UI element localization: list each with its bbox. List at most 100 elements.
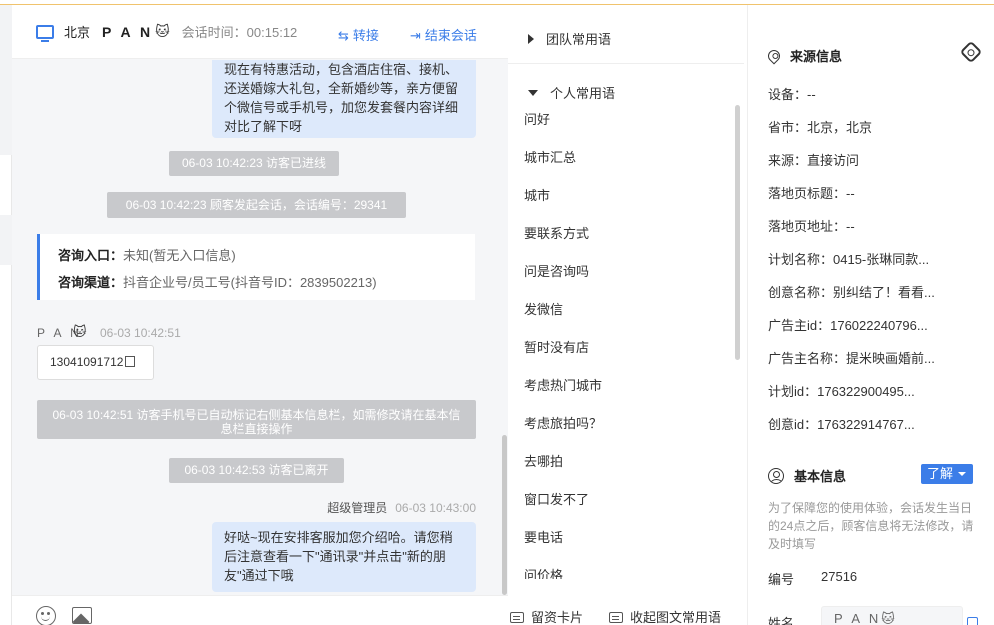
session-time: 会话时间：00:15:12 bbox=[181, 25, 298, 40]
divider bbox=[508, 63, 744, 64]
copy-icon[interactable] bbox=[125, 356, 136, 367]
copy-icon[interactable] bbox=[967, 617, 978, 625]
team-phrases-group[interactable]: 团队常用语 bbox=[528, 29, 611, 48]
phrase-item[interactable]: 窗口发不了 bbox=[508, 489, 738, 527]
agent-name: 超级管理员 bbox=[327, 501, 388, 515]
phone-number: 13041091712 bbox=[50, 355, 124, 369]
consult-channel-label: 咨询渠道： bbox=[58, 275, 124, 290]
transfer-icon: ⇆ bbox=[338, 28, 349, 43]
phrase-scrollbar[interactable] bbox=[735, 105, 740, 360]
settings-icon[interactable] bbox=[959, 40, 983, 64]
source-creative-id: 创意id：176322914767... bbox=[768, 417, 915, 432]
phrase-item[interactable]: 要电话 bbox=[508, 527, 738, 565]
left-strip-segment bbox=[0, 215, 12, 265]
agent-message-bubble: 现在有特惠活动，包含酒店住宿、接机、还送婚嫁大礼包，全新婚纱等，亲方便留个微信号… bbox=[212, 60, 476, 138]
consult-entry-row: 咨询入口：未知(暂无入口信息) bbox=[58, 242, 475, 269]
collapse-phrases-label: 收起图文常用语 bbox=[630, 610, 722, 625]
learn-more-button[interactable]: 了解 bbox=[921, 464, 973, 484]
cat-emoji-icon: 🐱 bbox=[73, 324, 87, 339]
system-message: 06-03 10:42:51 访客手机号已自动标记右侧基本信息栏，如需修改请在基… bbox=[37, 400, 476, 439]
source-advertiser-name: 广告主名称：提米映画婚前... bbox=[768, 351, 935, 366]
caret-down-icon bbox=[528, 90, 538, 96]
location-pin-icon bbox=[765, 47, 783, 65]
consult-entry-value: 未知(暂无入口信息) bbox=[123, 248, 236, 263]
consult-entry-label: 咨询入口： bbox=[58, 248, 124, 263]
source-device: 设备：-- bbox=[768, 87, 816, 102]
phrase-item[interactable]: 问是咨询吗 bbox=[508, 261, 738, 299]
source-plan-name: 计划名称：0415-张琳同款... bbox=[768, 252, 930, 267]
chat-scrollbar[interactable] bbox=[500, 60, 508, 595]
system-message: 06-03 10:42:23 顾客发起会话，会话编号：29341 bbox=[107, 192, 406, 218]
system-message: 06-03 10:42:23 访客已进线 bbox=[169, 151, 339, 176]
source-province: 省市：北京，北京 bbox=[768, 120, 873, 135]
phrase-item[interactable]: 城市汇总 bbox=[508, 147, 738, 185]
scroll-thumb[interactable] bbox=[502, 435, 507, 595]
source-creative-name: 创意名称：别纠结了！看看... bbox=[768, 285, 935, 300]
name-field[interactable]: P A N🐱 bbox=[821, 606, 963, 625]
phrase-item[interactable]: 问好 bbox=[508, 109, 738, 147]
source-info-title: 来源信息 bbox=[765, 46, 843, 65]
transfer-button[interactable]: ⇆ 转接 bbox=[338, 25, 379, 44]
name-value: P A N bbox=[834, 611, 882, 625]
name-label: 姓名 bbox=[768, 616, 795, 625]
phrase-item[interactable]: 考虑热门城市 bbox=[508, 375, 738, 413]
agent-message-meta: 超级管理员 06-03 10:43:00 bbox=[327, 499, 476, 516]
phrase-item[interactable]: 去哪拍 bbox=[508, 451, 738, 489]
phrase-item[interactable]: 暂时没有店 bbox=[508, 337, 738, 375]
card-icon bbox=[609, 612, 623, 623]
caret-right-icon bbox=[528, 34, 534, 44]
chat-toolbar bbox=[12, 595, 508, 625]
message-time: 06-03 10:42:51 bbox=[100, 326, 181, 340]
consult-channel-row: 咨询渠道：抖音企业号/员工号(抖音号ID：2839502213) bbox=[58, 269, 475, 296]
transfer-label: 转接 bbox=[352, 28, 379, 43]
chat-header: 北京 P A N 🐱 会话时间：00:15:12 ⇆ 转接 ⇥ 结束会话 bbox=[12, 5, 508, 59]
consult-info-card: 咨询入口：未知(暂无入口信息) 咨询渠道：抖音企业号/员工号(抖音号ID：283… bbox=[37, 234, 475, 300]
phrase-item[interactable]: 考虑旅拍吗？ bbox=[508, 413, 738, 451]
source-info-label: 来源信息 bbox=[790, 49, 843, 64]
cat-emoji-icon: 🐱 bbox=[881, 611, 895, 625]
cat-emoji-icon: 🐱 bbox=[155, 23, 170, 39]
left-edge-strip bbox=[0, 5, 12, 625]
phrases-footer: 留资卡片 收起图文常用语 bbox=[508, 603, 748, 625]
phrase-item[interactable]: 发微信 bbox=[508, 299, 738, 337]
visitor-location: 北京 bbox=[64, 25, 91, 40]
visitor-name: P A N bbox=[102, 23, 154, 40]
message-time: 06-03 10:43:00 bbox=[395, 501, 476, 515]
system-message: 06-03 10:42:53 访客已离开 bbox=[169, 458, 344, 483]
collapse-phrases-button[interactable]: 收起图文常用语 bbox=[609, 607, 721, 625]
basic-info-title: 基本信息 bbox=[768, 466, 846, 485]
consult-channel-value: 抖音企业号/员工号(抖音号ID：2839502213) bbox=[123, 275, 377, 290]
source-plan-id: 计划id：176322900495... bbox=[768, 384, 915, 399]
id-label: 编号 bbox=[768, 572, 795, 587]
source-landing-title: 落地页标题：-- bbox=[768, 186, 855, 201]
source-advertiser-id: 广告主id：176022240796... bbox=[768, 318, 928, 333]
card-icon bbox=[510, 612, 524, 623]
chat-panel: 北京 P A N 🐱 会话时间：00:15:12 ⇆ 转接 ⇥ 结束会话 现在有特惠… bbox=[12, 5, 508, 625]
source-origin: 来源：直接访问 bbox=[768, 153, 860, 168]
user-icon bbox=[768, 468, 784, 484]
agent-message-bubble: 好哒~现在安排客服加您介绍哈。请您稍后注意查看一下"通讯录"并点击"新的朋友"通… bbox=[212, 522, 476, 592]
phrase-item[interactable]: 城市 bbox=[508, 185, 738, 223]
visitor-phone-message[interactable]: 13041091712 bbox=[37, 345, 154, 380]
lead-card-button[interactable]: 留资卡片 bbox=[510, 607, 583, 625]
end-session-button[interactable]: ⇥ 结束会话 bbox=[410, 25, 477, 44]
personal-phrases-label: 个人常用语 bbox=[550, 86, 616, 101]
exit-icon: ⇥ bbox=[410, 28, 421, 43]
source-landing-url: 落地页地址：-- bbox=[768, 219, 855, 234]
visitor-info-panel: 来源信息 设备：-- 省市：北京，北京 来源：直接访问 落地页标题：-- 落地页… bbox=[748, 5, 994, 625]
emoji-icon[interactable] bbox=[36, 606, 56, 625]
basic-info-label: 基本信息 bbox=[794, 469, 847, 484]
phrase-list[interactable]: 问好 城市汇总 城市 要联系方式 问是咨询吗 发微信 暂时没有店 考虑热门城市 … bbox=[508, 109, 738, 579]
basic-info-tip: 为了保障您的使用体验，会话发生当日的24点之后，顾客信息将无法修改，请及时填写 bbox=[768, 501, 974, 551]
team-phrases-label: 团队常用语 bbox=[546, 32, 612, 47]
message-list[interactable]: 现在有特惠活动，包含酒店住宿、接机、还送婚嫁大礼包，全新婚纱等，亲方便留个微信号… bbox=[12, 60, 508, 595]
end-session-label: 结束会话 bbox=[424, 28, 477, 43]
lead-card-label: 留资卡片 bbox=[531, 610, 584, 625]
phrase-item[interactable]: 要联系方式 bbox=[508, 223, 738, 261]
phrase-item[interactable]: 问价格 bbox=[508, 565, 738, 579]
id-value: 27516 bbox=[821, 569, 858, 584]
common-phrases-panel: 团队常用语 个人常用语 问好 城市汇总 城市 要联系方式 问是咨询吗 发微信 暂… bbox=[508, 5, 748, 625]
image-icon[interactable] bbox=[72, 607, 92, 624]
personal-phrases-group[interactable]: 个人常用语 bbox=[528, 83, 615, 102]
monitor-icon bbox=[36, 24, 54, 42]
